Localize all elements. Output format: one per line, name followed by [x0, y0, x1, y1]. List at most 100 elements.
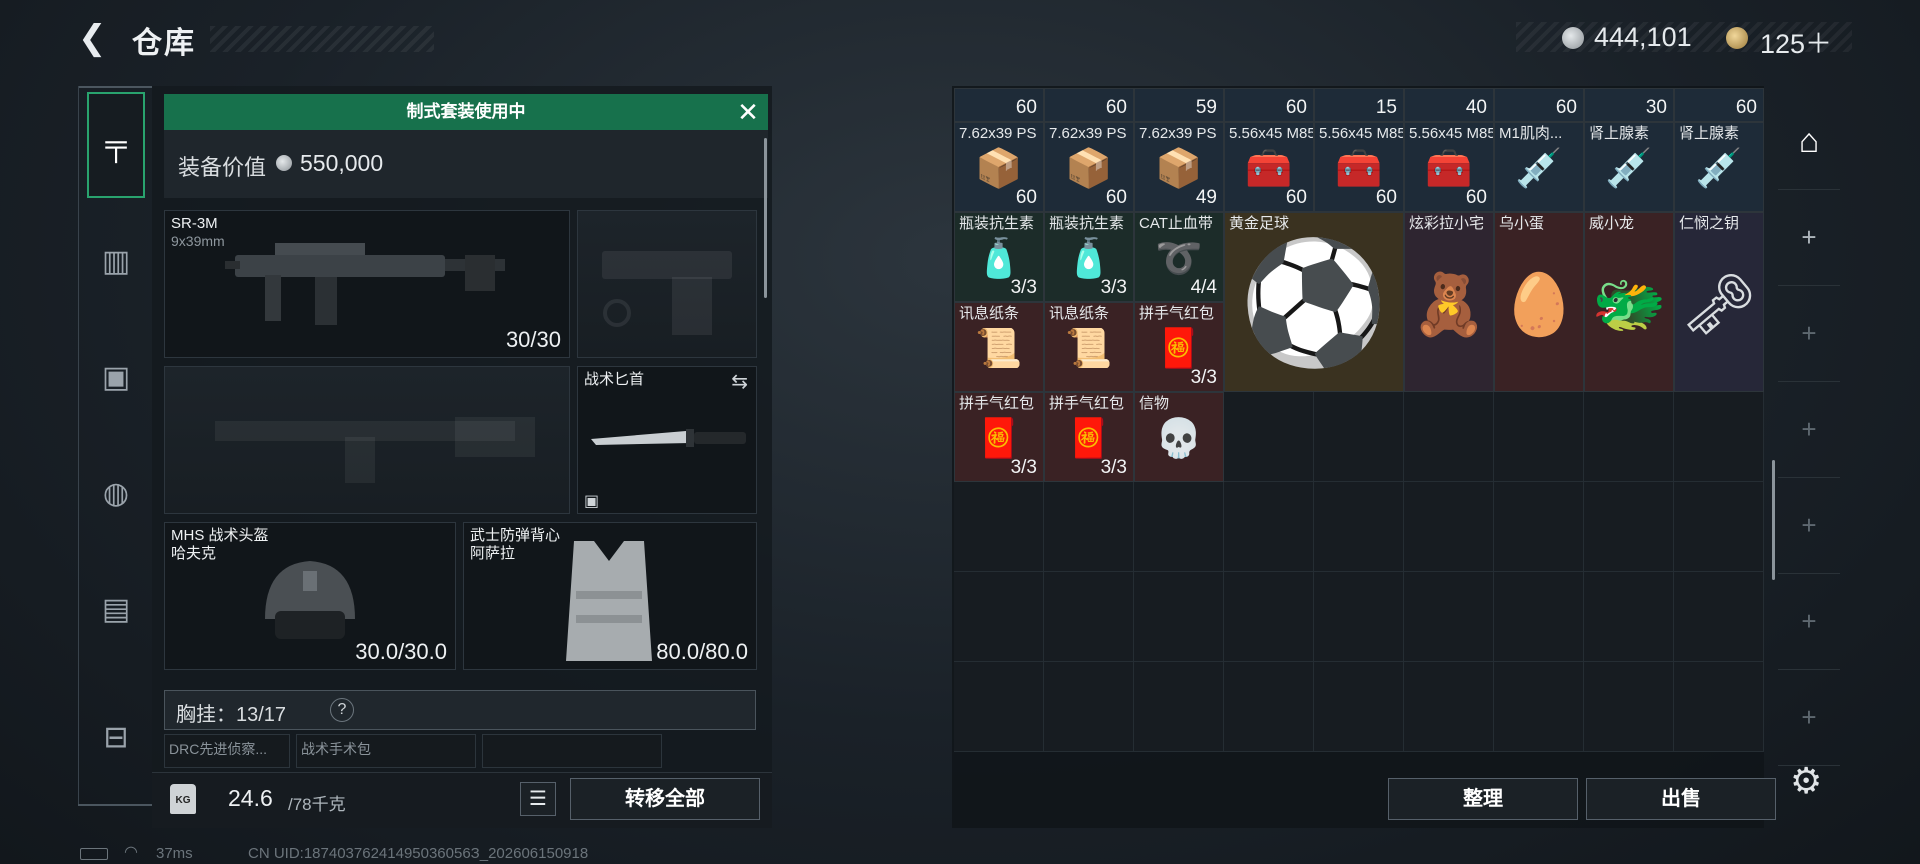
- inventory-item[interactable]: 乌小蛋 🥚: [1494, 212, 1584, 392]
- grid-cell[interactable]: [1044, 482, 1134, 572]
- nav-case-tab[interactable]: ▤: [87, 556, 145, 662]
- grid-cell[interactable]: [1044, 572, 1134, 662]
- grid-cell[interactable]: [1404, 572, 1494, 662]
- inventory-item[interactable]: M1肌肉... 💉: [1494, 122, 1584, 212]
- item-name: 炫彩拉小宅: [1409, 215, 1485, 232]
- nav-bag-tab[interactable]: ◍: [87, 440, 145, 546]
- inventory-item[interactable]: 肾上腺素 💉: [1674, 122, 1764, 212]
- inventory-item[interactable]: 30: [1584, 88, 1674, 122]
- inventory-item[interactable]: 瓶装抗生素 🧴 3/3: [954, 212, 1044, 302]
- grid-cell[interactable]: [1404, 482, 1494, 572]
- inventory-item[interactable]: 肾上腺素 💉: [1584, 122, 1674, 212]
- inventory-item[interactable]: 瓶装抗生素 🧴 3/3: [1044, 212, 1134, 302]
- add-storage-tab[interactable]: +: [1778, 190, 1840, 286]
- grid-cell[interactable]: [1494, 392, 1584, 482]
- primary-weapon-slot[interactable]: SR-3M 9x39mm 30/30: [164, 210, 570, 358]
- add-storage-tab[interactable]: +: [1778, 286, 1840, 382]
- nav-armor-tab[interactable]: ▥: [87, 208, 145, 314]
- inventory-item[interactable]: CAT止血带 ➰ 4/4: [1134, 212, 1224, 302]
- inventory-item[interactable]: 5.56x45 M855 🧰60: [1404, 122, 1494, 212]
- inventory-item[interactable]: 7.62x39 PS 📦 49: [1134, 122, 1224, 212]
- gold-balance[interactable]: 125＋: [1760, 22, 1832, 61]
- scrollbar[interactable]: [764, 138, 767, 298]
- nav-backpack-tab[interactable]: ▣: [87, 324, 145, 430]
- grid-cell[interactable]: [954, 572, 1044, 662]
- grid-cell[interactable]: [1224, 662, 1314, 752]
- settings-gear-icon[interactable]: ⚙: [1790, 760, 1822, 802]
- inventory-item[interactable]: 炫彩拉小宅 🧸: [1404, 212, 1494, 392]
- add-storage-tab[interactable]: +: [1778, 670, 1840, 766]
- inventory-item[interactable]: 黄金足球 ⚽: [1224, 212, 1404, 392]
- inventory-item[interactable]: 7.62x39 PS 📦 60: [954, 122, 1044, 212]
- help-icon[interactable]: ?: [330, 698, 354, 722]
- inventory-item[interactable]: 60: [954, 88, 1044, 122]
- inventory-item[interactable]: 5.56x45 M855 🧰60: [1314, 122, 1404, 212]
- inventory-item[interactable]: 15: [1314, 88, 1404, 122]
- grid-cell[interactable]: [1404, 662, 1494, 752]
- inventory-item[interactable]: 59: [1134, 88, 1224, 122]
- grid-cell[interactable]: [1584, 482, 1674, 572]
- primary-weapon-2-slot[interactable]: [164, 366, 570, 514]
- grid-cell[interactable]: [1314, 482, 1404, 572]
- transfer-all-button[interactable]: 转移全部: [570, 778, 760, 820]
- grid-cell[interactable]: [1674, 662, 1764, 752]
- armor-slot[interactable]: 武士防弹背心 阿萨拉 80.0/80.0: [463, 522, 757, 670]
- grid-cell[interactable]: [954, 482, 1044, 572]
- grid-cell[interactable]: [1314, 392, 1404, 482]
- grid-cell[interactable]: [1224, 572, 1314, 662]
- swap-icon[interactable]: ⇆: [731, 369, 748, 394]
- chest-item-slot[interactable]: [482, 734, 662, 768]
- storage-tab-home[interactable]: ⌂: [1778, 94, 1840, 190]
- grid-cell[interactable]: [1674, 482, 1764, 572]
- inventory-item[interactable]: 仁悯之钥 🗝: [1674, 212, 1764, 392]
- grid-cell[interactable]: [1134, 662, 1224, 752]
- list-view-button[interactable]: ☰: [520, 782, 556, 816]
- grid-cell[interactable]: [1674, 572, 1764, 662]
- secondary-weapon-slot[interactable]: [577, 210, 757, 358]
- grid-cell[interactable]: [1674, 392, 1764, 482]
- nav-toolbox-tab[interactable]: ⊟: [87, 684, 145, 790]
- grid-cell[interactable]: [1404, 392, 1494, 482]
- grid-cell[interactable]: [1584, 572, 1674, 662]
- grid-cell[interactable]: [1044, 662, 1134, 752]
- add-storage-tab[interactable]: +: [1778, 478, 1840, 574]
- grid-cell[interactable]: [1314, 662, 1404, 752]
- inventory-item[interactable]: 讯息纸条 📜: [1044, 302, 1134, 392]
- grid-cell[interactable]: [1224, 392, 1314, 482]
- add-storage-tab[interactable]: +: [1778, 382, 1840, 478]
- inventory-item[interactable]: 40: [1404, 88, 1494, 122]
- scrollbar[interactable]: [1772, 460, 1775, 580]
- grid-cell[interactable]: [1494, 482, 1584, 572]
- helmet-slot[interactable]: MHS 战术头盔 哈夫克 30.0/30.0: [164, 522, 456, 670]
- grid-cell[interactable]: [1494, 572, 1584, 662]
- nav-weapon-tab[interactable]: ╤: [87, 92, 145, 198]
- grid-cell[interactable]: [1134, 572, 1224, 662]
- sort-button[interactable]: 整理: [1388, 778, 1578, 820]
- grid-cell[interactable]: [1134, 482, 1224, 572]
- inventory-item[interactable]: 拼手气红包 🧧 3/3: [1134, 302, 1224, 392]
- inventory-item[interactable]: 60: [1044, 88, 1134, 122]
- inventory-item[interactable]: 5.56x45 M855 🧰60: [1224, 122, 1314, 212]
- inventory-item[interactable]: 拼手气红包 🧧 3/3: [1044, 392, 1134, 482]
- inventory-item[interactable]: 60: [1494, 88, 1584, 122]
- add-storage-tab[interactable]: +: [1778, 574, 1840, 670]
- grid-cell[interactable]: [1494, 662, 1584, 752]
- sell-button[interactable]: 出售: [1586, 778, 1776, 820]
- inventory-item[interactable]: 60: [1674, 88, 1764, 122]
- inventory-item[interactable]: 威小龙 🐲: [1584, 212, 1674, 392]
- grid-cell[interactable]: [1584, 392, 1674, 482]
- inventory-item[interactable]: 60: [1224, 88, 1314, 122]
- inventory-item[interactable]: 拼手气红包 🧧 3/3: [954, 392, 1044, 482]
- close-icon[interactable]: ✕: [734, 98, 762, 126]
- inventory-item[interactable]: 信物 💀: [1134, 392, 1224, 482]
- grid-cell[interactable]: [1314, 572, 1404, 662]
- inventory-item[interactable]: 7.62x39 PS 📦 60: [1044, 122, 1134, 212]
- chest-item-slot[interactable]: 战术手术包: [296, 734, 476, 768]
- chest-item-slot[interactable]: DRC先进侦察...: [164, 734, 290, 768]
- grid-cell[interactable]: [1224, 482, 1314, 572]
- inventory-item[interactable]: 讯息纸条 📜: [954, 302, 1044, 392]
- melee-slot[interactable]: 战术匕首 ⇆ ▣: [577, 366, 757, 514]
- grid-cell[interactable]: [954, 662, 1044, 752]
- back-button[interactable]: ❮: [78, 18, 114, 58]
- grid-cell[interactable]: [1584, 662, 1674, 752]
